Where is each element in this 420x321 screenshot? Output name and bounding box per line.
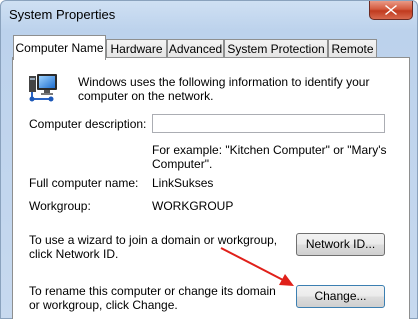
network-id-button-label: Network ID... — [305, 237, 376, 251]
title-bar[interactable]: System Properties — [1, 1, 419, 28]
computer-description-label: Computer description: — [29, 117, 147, 131]
rename-instructions: To rename this computer or change its do… — [29, 284, 276, 312]
tab-advanced[interactable]: Advanced — [167, 39, 224, 59]
change-button-label: Change... — [314, 289, 367, 303]
close-icon — [385, 5, 397, 15]
full-computer-name-value: LinkSukses — [152, 176, 214, 190]
change-button[interactable]: Change... — [296, 285, 385, 308]
tab-hardware[interactable]: Hardware — [106, 39, 167, 59]
network-id-button[interactable]: Network ID... — [296, 233, 385, 256]
intro-text: Windows uses the following information t… — [78, 75, 370, 103]
full-computer-name-label: Full computer name: — [29, 176, 139, 190]
tab-system-protection[interactable]: System Protection — [224, 39, 328, 59]
network-id-instructions: To use a wizard to join a domain or work… — [29, 233, 278, 261]
computer-description-hint: For example: "Kitchen Computer" or "Mary… — [152, 143, 387, 171]
tab-label: Hardware — [110, 42, 163, 56]
tab-label: Advanced — [168, 42, 223, 56]
tab-remote[interactable]: Remote — [328, 39, 377, 59]
tab-label: Remote — [331, 42, 374, 56]
computer-network-icon — [29, 74, 57, 102]
tab-computer-name[interactable]: Computer Name — [13, 35, 106, 60]
tab-label: Computer Name — [15, 41, 104, 55]
tab-strip: Computer Name Hardware Advanced System P… — [13, 35, 413, 60]
close-button[interactable] — [369, 1, 413, 20]
tab-label: System Protection — [227, 42, 325, 56]
computer-description-input[interactable] — [152, 114, 385, 133]
workgroup-label: Workgroup: — [29, 199, 91, 213]
computer-name-panel: Windows uses the following information t… — [12, 57, 410, 319]
workgroup-value: WORKGROUP — [152, 199, 234, 213]
window-title: System Properties — [9, 7, 116, 22]
